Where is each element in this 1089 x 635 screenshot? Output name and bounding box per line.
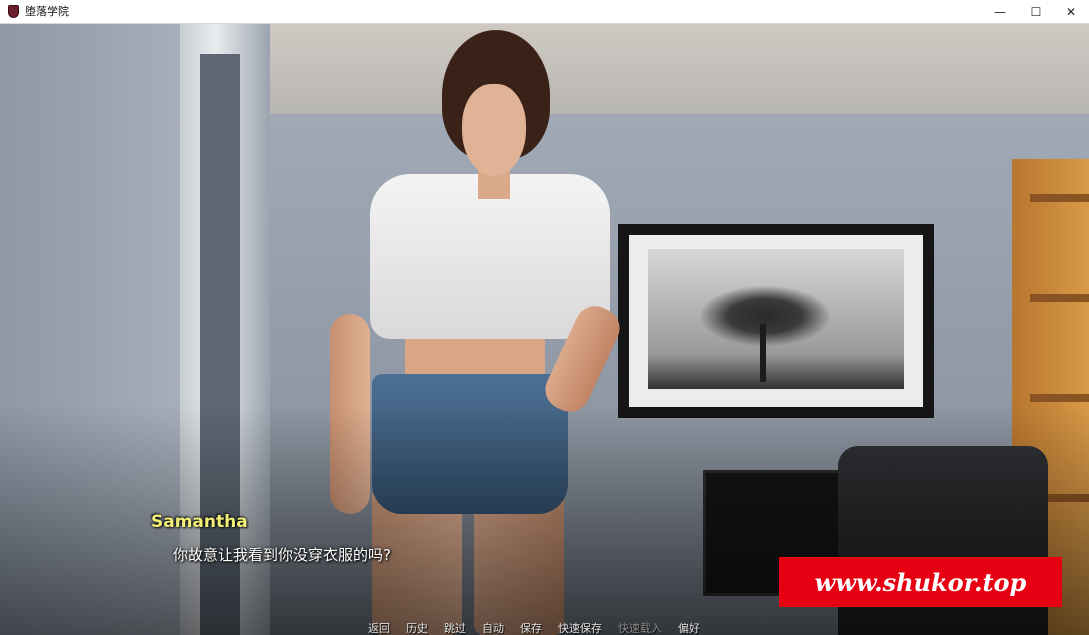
quick-menu-history[interactable]: 历史 — [406, 622, 428, 635]
watermark-text: www.shukor.top — [814, 567, 1027, 597]
bookshelf-board — [1030, 394, 1089, 402]
quick-menu-quick-load: 快速载入 — [618, 622, 662, 635]
window-title: 堕落学院 — [25, 5, 69, 18]
quick-menu-auto[interactable]: 自动 — [482, 622, 504, 635]
window-titlebar: 堕落学院 — ☐ ✕ — [0, 0, 1089, 24]
bookshelf-board — [1030, 194, 1089, 202]
game-scene[interactable]: Samantha 你故意让我看到你没穿衣服的吗? www.shukor.top … — [0, 24, 1089, 635]
minimize-button[interactable]: — — [982, 0, 1018, 24]
dialogue-text: 你故意让我看到你没穿衣服的吗? — [173, 546, 391, 564]
bookshelf-board — [1030, 294, 1089, 302]
quick-menu-back[interactable]: 返回 — [368, 622, 390, 635]
quick-menu-quick-save[interactable]: 快速保存 — [558, 622, 602, 635]
speaker-name: Samantha — [151, 512, 248, 532]
quick-menu-save[interactable]: 保存 — [520, 622, 542, 635]
maximize-button[interactable]: ☐ — [1018, 0, 1054, 24]
room-ceiling — [270, 24, 1089, 114]
quick-menu-preferences[interactable]: 偏好 — [678, 622, 700, 635]
quick-menu-skip[interactable]: 跳过 — [444, 622, 466, 635]
quick-menu: 返回 历史 跳过 自动 保存 快速保存 快速载入 偏好 — [368, 622, 716, 635]
character-face — [462, 84, 526, 176]
watermark-banner: www.shukor.top — [779, 557, 1062, 607]
close-button[interactable]: ✕ — [1053, 0, 1089, 24]
app-shield-icon — [8, 5, 19, 18]
tree-trunk — [760, 324, 766, 382]
